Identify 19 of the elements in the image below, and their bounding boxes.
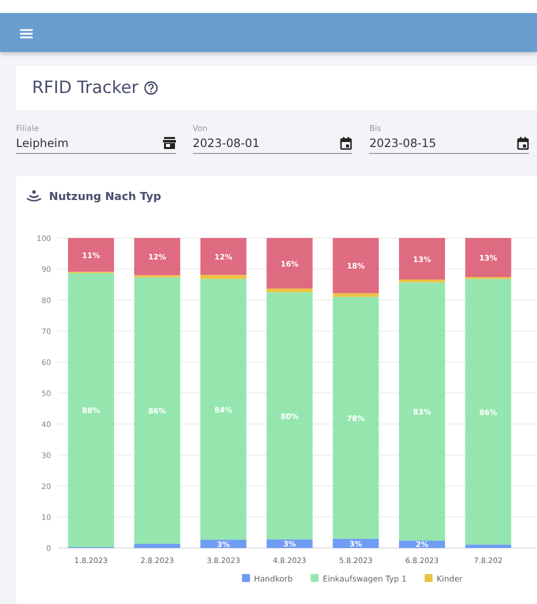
field-label: Bis bbox=[369, 124, 382, 133]
field-label: Von bbox=[192, 124, 208, 133]
calendar-icon[interactable] bbox=[340, 136, 352, 150]
rfid-waves-icon bbox=[26, 190, 42, 202]
field-label: Filiale bbox=[16, 124, 39, 133]
legend-label[interactable]: Handkorb bbox=[254, 574, 293, 584]
legend-label[interactable]: Einkaufswagen Typ 1 bbox=[322, 574, 407, 584]
calendar-icon[interactable] bbox=[517, 136, 530, 150]
chart-title: Nutzung Nach Typ bbox=[49, 190, 162, 202]
field-value: Leipheim bbox=[16, 136, 69, 150]
field-value: 2023-08-01 bbox=[192, 136, 260, 150]
store-icon[interactable] bbox=[162, 137, 176, 149]
input-field[interactable]: Filiale Leipheim bbox=[16, 124, 176, 154]
help-icon[interactable] bbox=[144, 81, 158, 95]
page-title: RFID Tracker bbox=[32, 78, 138, 98]
input-field[interactable]: Bis 2023-08-15 bbox=[369, 124, 530, 154]
legend-label[interactable]: Kinder bbox=[436, 574, 462, 584]
field-value: 2023-08-15 bbox=[369, 136, 436, 150]
input-field[interactable]: Von 2023-08-01 bbox=[192, 124, 352, 154]
